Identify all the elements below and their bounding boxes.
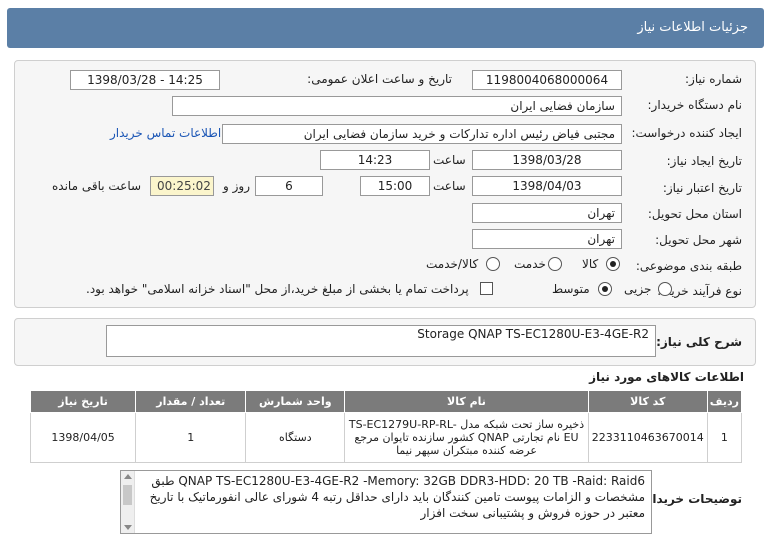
buyer-org-field: سازمان فضایی ایران [172, 96, 622, 116]
table-row: 1 2233110463670014 ذخیره ساز تحت شبکه مد… [29, 412, 743, 463]
goods-table: ردیف کد کالا نام کالا واحد شمارش تعداد /… [29, 390, 743, 463]
created-date-label: تاریخ ایجاد نیاز: [666, 154, 742, 168]
process-radio-minor[interactable] [658, 282, 672, 296]
cell-qty: 1 [135, 412, 247, 463]
page-header: جزئیات اطلاعات نیاز [7, 8, 764, 48]
cell-name: ذخیره ساز تحت شبکه مدل TS-EC1279U-RP-RL-… [344, 412, 589, 463]
province-label: استان محل تحویل: [647, 207, 742, 221]
cell-unit: دستگاه [245, 412, 346, 463]
category-option-service: خدمت [514, 257, 546, 271]
remaining-label: ساعت باقی مانده [52, 179, 142, 193]
created-time-field: 14:23 [320, 150, 430, 170]
buyer-notes-box[interactable]: QNAP TS-EC1280U-E3-4GE-R2 -Memory: 32GB … [120, 470, 652, 534]
announce-datetime-field: 1398/03/28 - 14:25 [70, 70, 220, 90]
need-number-label: شماره نیاز: [685, 72, 742, 86]
valid-date-field: 1398/04/03 [472, 176, 622, 196]
col-date: تاریخ نیاز [29, 390, 137, 413]
creator-field: مجتبی فیاض رئیس اداره تدارکات و خرید ساز… [222, 124, 622, 144]
treasury-payment-note: پرداخت تمام یا بخشی از مبلغ خرید،از محل … [86, 282, 469, 296]
city-field: تهران [472, 229, 622, 249]
category-radio-goods-service[interactable] [486, 257, 500, 271]
goods-table-header: ردیف کد کالا نام کالا واحد شمارش تعداد /… [29, 390, 743, 413]
category-option-goods: کالا [582, 257, 599, 271]
remaining-time-field: 00:25:02 [150, 176, 214, 196]
valid-date-label: تاریخ اعتبار نیاز: [662, 181, 742, 195]
process-option-medium: متوسط [552, 282, 590, 296]
scroll-thumb[interactable] [123, 485, 132, 505]
treasury-payment-checkbox[interactable] [480, 282, 493, 295]
creator-label: ایجاد کننده درخواست: [631, 126, 742, 140]
col-qty: تعداد / مقدار [135, 390, 247, 413]
announce-label: تاریخ و ساعت اعلان عمومی: [307, 72, 452, 86]
need-number-field: 1198004068000064 [472, 70, 622, 90]
buyer-contact-link[interactable]: اطلاعات تماس خریدار [110, 126, 221, 140]
col-unit: واحد شمارش [245, 390, 346, 413]
process-radio-medium[interactable] [598, 282, 612, 296]
created-date-field: 1398/03/28 [472, 150, 622, 170]
summary-field: Storage QNAP TS-EC1280U-E3-4GE-R2 [106, 325, 656, 357]
valid-time-field: 15:00 [360, 176, 430, 196]
buyer-notes-label: توضیحات خریدار: [640, 492, 742, 506]
page-title: جزئیات اطلاعات نیاز [637, 20, 748, 35]
days-field: 6 [255, 176, 323, 196]
buyer-notes-text: QNAP TS-EC1280U-E3-4GE-R2 -Memory: 32GB … [149, 474, 645, 520]
buyer-org-label: نام دستگاه خریدار: [647, 98, 743, 112]
col-row: ردیف [706, 390, 743, 413]
category-option-goods-service: کالا/خدمت [426, 257, 479, 271]
valid-time-label: ساعت [433, 179, 466, 193]
cell-code: 2233110463670014 [587, 412, 708, 463]
category-radio-goods[interactable] [606, 257, 620, 271]
city-label: شهر محل تحویل: [655, 233, 742, 247]
category-label: طبقه بندی موضوعی: [635, 259, 742, 273]
province-field: تهران [472, 203, 622, 223]
notes-scrollbar[interactable] [121, 471, 135, 533]
col-name: نام کالا [344, 390, 589, 413]
category-radio-service[interactable] [548, 257, 562, 271]
summary-label: شرح کلی نیاز: [656, 335, 742, 349]
col-code: کد کالا [587, 390, 708, 413]
days-label: روز و [223, 179, 250, 193]
created-time-label: ساعت [433, 153, 466, 167]
cell-date: 1398/04/05 [29, 412, 137, 463]
scroll-up-icon[interactable] [124, 474, 132, 479]
process-option-minor: جزیی [624, 282, 652, 296]
scroll-down-icon[interactable] [124, 525, 132, 530]
goods-section-title: اطلاعات کالاهای مورد نیاز [589, 370, 744, 384]
cell-row: 1 [706, 412, 743, 463]
